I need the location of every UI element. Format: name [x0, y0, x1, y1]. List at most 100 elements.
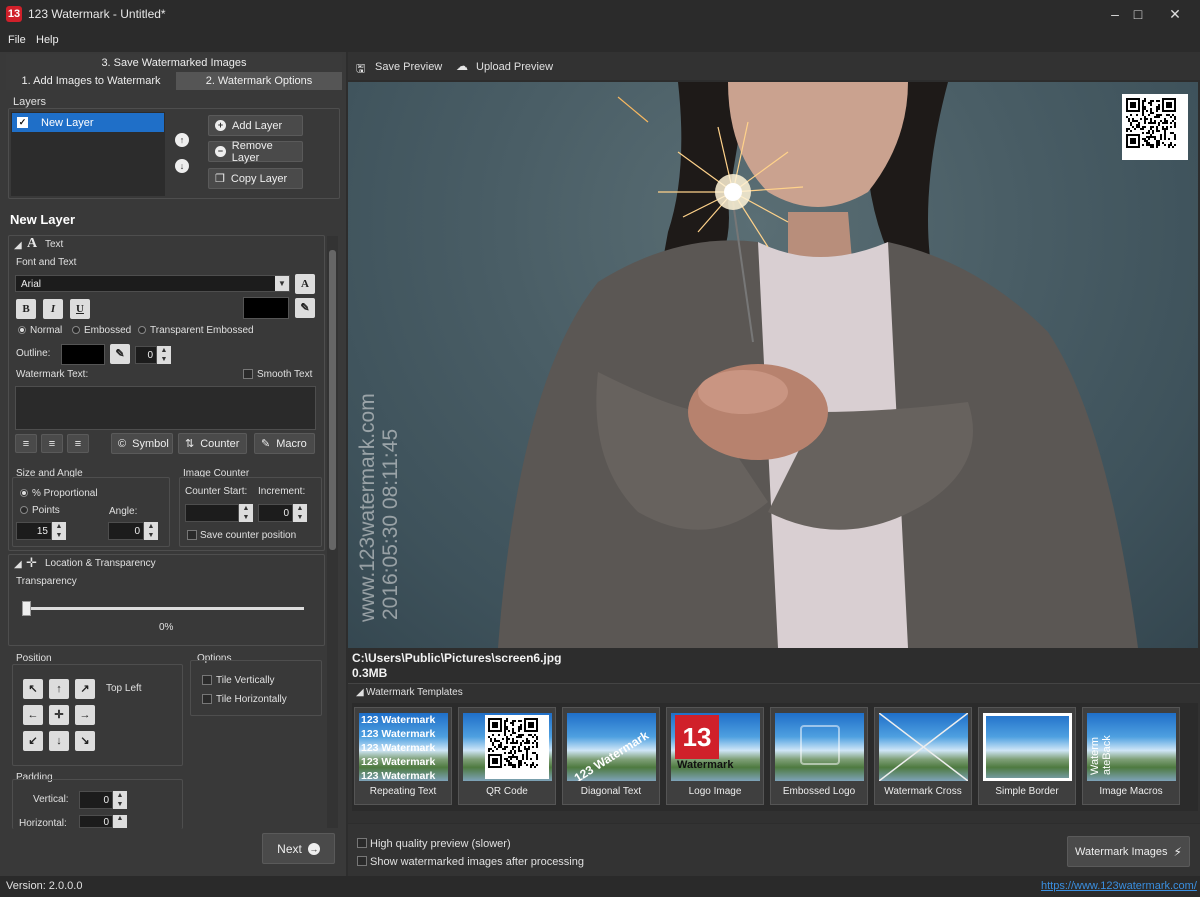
- watermark-images-button[interactable]: Watermark Images ⚡︎: [1067, 836, 1190, 867]
- italic-button[interactable]: I: [43, 299, 63, 319]
- qr-module: [1128, 118, 1130, 120]
- outline-spinner[interactable]: ▲ ▼: [157, 346, 171, 364]
- layer-visible-checkbox[interactable]: ✓: [17, 117, 28, 128]
- template-image-macros[interactable]: Waterm ateBack Image Macros: [1082, 707, 1180, 805]
- arrow-bottom-right-icon[interactable]: ↘: [75, 731, 95, 751]
- qr-module: [1172, 120, 1174, 122]
- text-color-swatch[interactable]: [243, 297, 289, 319]
- counter-start-input[interactable]: [185, 504, 239, 522]
- arrow-top-right-icon[interactable]: ↗: [75, 679, 95, 699]
- tab-watermark-options[interactable]: 2. Watermark Options: [176, 72, 342, 90]
- counter-start-spinner[interactable]: ▲ ▼: [239, 504, 253, 522]
- menu-help[interactable]: Help: [36, 34, 59, 46]
- close-button[interactable]: ✕: [1152, 0, 1198, 28]
- collapse-text-icon[interactable]: ◢: [14, 240, 22, 251]
- qr-module: [1136, 146, 1138, 148]
- mode-transparent-embossed-radio[interactable]: [138, 326, 146, 334]
- outline-eyedropper-icon[interactable]: ✎: [110, 344, 130, 364]
- transparency-slider[interactable]: [22, 607, 304, 610]
- tab-add-images[interactable]: 1. Add Images to Watermark: [6, 72, 176, 90]
- website-link[interactable]: https://www.123watermark.com/: [1041, 880, 1197, 892]
- template-diagonal-text[interactable]: 123 Watermark Diagonal Text: [562, 707, 660, 805]
- template-repeating-text[interactable]: 123 Watermark 123 Watermark 123 Watermar…: [354, 707, 452, 805]
- chevron-down-icon[interactable]: ▼: [275, 276, 289, 291]
- arrow-top-left-icon[interactable]: ↖: [23, 679, 43, 699]
- vertical-padding-spinner[interactable]: ▲ ▼: [113, 791, 127, 809]
- arrow-center-icon[interactable]: ✛: [49, 705, 69, 725]
- template-watermark-cross[interactable]: Watermark Cross: [874, 707, 972, 805]
- tile-horizontally-checkbox[interactable]: [202, 694, 212, 704]
- qr-module: [1150, 136, 1152, 138]
- tile-vertically-checkbox[interactable]: [202, 675, 212, 685]
- horizontal-padding-spinner[interactable]: ▲: [113, 815, 127, 828]
- angle-input[interactable]: 0: [108, 522, 144, 540]
- template-thumbnail: [775, 713, 864, 781]
- eyedropper-icon[interactable]: ✎: [295, 298, 315, 318]
- outline-width-input[interactable]: 0: [135, 346, 157, 364]
- cross-icon: [879, 713, 968, 781]
- remove-layer-button[interactable]: − Remove Layer: [208, 140, 303, 164]
- template-simple-border[interactable]: Simple Border: [978, 707, 1076, 805]
- save-counter-checkbox[interactable]: [187, 530, 197, 540]
- points-radio[interactable]: [20, 506, 28, 514]
- qr-module: [502, 748, 504, 750]
- qr-module: [1168, 104, 1170, 106]
- proportional-radio[interactable]: [20, 489, 28, 497]
- increment-spinner[interactable]: ▲ ▼: [293, 504, 307, 522]
- qr-module: [536, 718, 538, 720]
- underline-button[interactable]: U: [70, 299, 90, 319]
- counter-button[interactable]: ⇅ Counter: [178, 433, 247, 454]
- angle-spinner[interactable]: ▲ ▼: [144, 522, 158, 540]
- transparency-slider-thumb[interactable]: [22, 601, 31, 616]
- mode-normal-radio[interactable]: [18, 326, 26, 334]
- copy-layer-button[interactable]: ❐ Copy Layer: [208, 168, 303, 189]
- menu-file[interactable]: File: [8, 34, 26, 46]
- watermark-text-input[interactable]: [15, 386, 316, 430]
- templates-collapse-icon[interactable]: ◢: [356, 687, 364, 698]
- scrollbar-thumb[interactable]: [329, 250, 336, 550]
- vertical-padding-input[interactable]: 0: [79, 791, 113, 809]
- arrow-top-icon[interactable]: ↑: [49, 679, 69, 699]
- collapse-location-icon[interactable]: ◢: [14, 559, 22, 570]
- qr-module: [506, 720, 508, 722]
- qr-module: [1174, 102, 1176, 104]
- align-left-icon[interactable]: ≡: [15, 434, 37, 453]
- next-button[interactable]: Next →: [262, 833, 335, 864]
- size-spinner[interactable]: ▲ ▼: [52, 522, 66, 540]
- upload-preview-button[interactable]: Upload Preview: [476, 61, 553, 73]
- horizontal-padding-input[interactable]: 0: [79, 815, 113, 828]
- arrow-bottom-left-icon[interactable]: ↙: [23, 731, 43, 751]
- template-embossed-logo[interactable]: Embossed Logo: [770, 707, 868, 805]
- font-dialog-button[interactable]: A: [295, 274, 315, 294]
- outline-color-swatch[interactable]: [61, 344, 105, 365]
- arrow-right-icon[interactable]: →: [75, 705, 95, 725]
- high-quality-checkbox[interactable]: [357, 838, 367, 848]
- qr-module: [1138, 126, 1140, 128]
- move-down-icon[interactable]: ↓: [175, 159, 189, 173]
- tab-save-images[interactable]: 3. Save Watermarked Images: [6, 54, 342, 72]
- add-layer-button[interactable]: + Add Layer: [208, 115, 303, 136]
- qr-module: [1168, 144, 1170, 146]
- qr-module: [534, 734, 536, 736]
- font-select[interactable]: Arial: [15, 275, 290, 292]
- version-text: Version: 2.0.0.0: [6, 880, 83, 892]
- align-center-icon[interactable]: ≡: [41, 434, 63, 453]
- macro-button[interactable]: ✎ Macro: [254, 433, 315, 454]
- template-qr-code[interactable]: QR Code: [458, 707, 556, 805]
- qr-module: [1162, 142, 1164, 144]
- template-logo-image[interactable]: 13 Watermark Logo Image: [666, 707, 764, 805]
- increment-input[interactable]: 0: [258, 504, 293, 522]
- move-up-icon[interactable]: ↑: [175, 133, 189, 147]
- align-right-icon[interactable]: ≡: [67, 434, 89, 453]
- symbol-button[interactable]: © Symbol: [111, 433, 173, 454]
- size-input[interactable]: 15: [16, 522, 52, 540]
- smooth-text-checkbox[interactable]: [243, 369, 253, 379]
- arrow-bottom-icon[interactable]: ↓: [49, 731, 69, 751]
- qr-module: [498, 730, 500, 732]
- save-preview-button[interactable]: Save Preview: [375, 61, 442, 73]
- arrow-left-icon[interactable]: ←: [23, 705, 43, 725]
- text-icon: A: [27, 236, 38, 251]
- bold-button[interactable]: B: [16, 299, 36, 319]
- mode-embossed-radio[interactable]: [72, 326, 80, 334]
- show-after-checkbox[interactable]: [357, 856, 367, 866]
